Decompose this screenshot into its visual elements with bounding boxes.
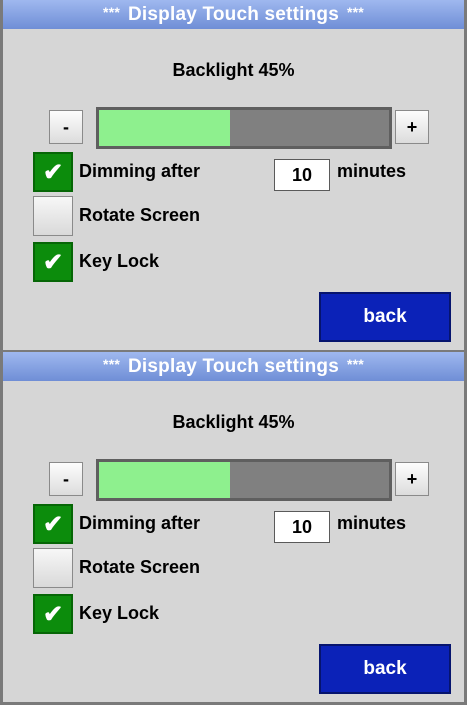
title-stars-left: *** [103, 355, 120, 372]
checkmark-icon: ✔ [42, 600, 64, 628]
settings-panel-2: *** Display Touch settings *** Backlight… [0, 352, 467, 705]
window-title: Display Touch settings [128, 355, 339, 377]
checkmark-icon: ✔ [42, 158, 64, 186]
backlight-slider-fill [99, 110, 230, 146]
dimming-checkbox[interactable]: ✔ [33, 504, 73, 544]
key-lock-label: Key Lock [79, 603, 160, 623]
backlight-decrease-button[interactable]: - [49, 110, 83, 144]
dimming-label: Dimming after [79, 161, 201, 181]
backlight-decrease-button[interactable]: - [49, 462, 83, 496]
backlight-slider[interactable] [96, 107, 392, 149]
dimming-minutes-input[interactable]: 10 [274, 159, 330, 191]
dimming-label: Dimming after [79, 513, 201, 533]
key-lock-checkbox[interactable]: ✔ [33, 242, 73, 282]
settings-panel-1: *** Display Touch settings *** Backlight… [0, 0, 467, 353]
key-lock-checkbox[interactable]: ✔ [33, 594, 73, 634]
dimming-checkbox[interactable]: ✔ [33, 152, 73, 192]
back-button[interactable]: back [319, 644, 451, 694]
backlight-increase-button[interactable]: + [395, 110, 429, 144]
backlight-increase-button[interactable]: + [395, 462, 429, 496]
title-bar: *** Display Touch settings *** [3, 352, 464, 381]
title-stars-right: *** [346, 355, 364, 372]
title-stars-left: *** [103, 3, 120, 20]
key-lock-label: Key Lock [79, 251, 160, 271]
backlight-slider-fill [99, 462, 230, 498]
dimming-minutes-input[interactable]: 10 [274, 511, 330, 543]
title-bar: *** Display Touch settings *** [3, 0, 464, 29]
backlight-slider[interactable] [96, 459, 392, 501]
rotate-screen-label: Rotate Screen [79, 557, 201, 577]
backlight-label: Backlight 45% [172, 412, 295, 432]
back-button[interactable]: back [319, 292, 451, 342]
rotate-screen-checkbox[interactable] [33, 196, 73, 236]
checkmark-icon: ✔ [42, 248, 64, 276]
title-stars-right: *** [346, 3, 364, 20]
minutes-label: minutes [337, 513, 407, 533]
backlight-label: Backlight 45% [172, 60, 295, 80]
minutes-label: minutes [337, 161, 407, 181]
checkmark-icon: ✔ [42, 510, 64, 538]
rotate-screen-label: Rotate Screen [79, 205, 201, 225]
rotate-screen-checkbox[interactable] [33, 548, 73, 588]
window-title: Display Touch settings [128, 3, 339, 25]
